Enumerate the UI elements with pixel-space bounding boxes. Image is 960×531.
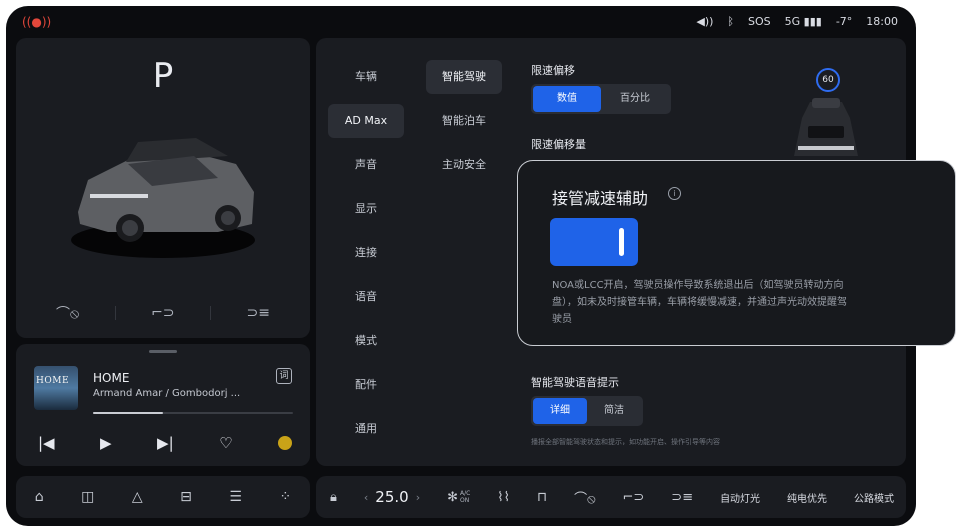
play-icon[interactable]: ▶ [100,434,112,452]
vehicle-panel: P ⌒⦸ ⌐⊃ ⊃≡ [16,38,310,338]
clock: 18:00 [866,15,898,28]
divider [114,306,116,320]
nav-smart-parking[interactable]: 智能泊车 [426,104,502,138]
nav-display[interactable]: 显示 [328,192,404,226]
speed-offset-percent-option[interactable]: 百分比 [601,86,669,112]
front-door-icon[interactable]: ⌒⦸ [574,488,595,507]
takeover-assist-popup: 接管减速辅助 i NOA或LCC开启，驾驶员操作导致系统退出后（如驾驶员转动方向… [517,160,956,346]
source-icon[interactable] [278,436,292,450]
apps-split-icon[interactable]: ☰ [229,489,242,505]
popup-description: NOA或LCC开启，驾驶员操作导致系统退出后（如驾驶员转动方向盘），如未及时接管… [552,280,847,325]
outside-temperature: -7° [835,15,853,28]
media-icon[interactable]: ◫ [81,489,94,505]
volume-icon: ◀)) [696,15,714,28]
temperature-control: ‹ 25.0 › [364,488,420,506]
front-door-icon[interactable]: ⌒⦸ [56,303,79,323]
voice-prompt-label: 智能驾驶语音提示 [531,376,619,389]
drag-handle[interactable] [149,350,177,353]
temp-increase-icon[interactable]: › [416,491,420,504]
takeover-assist-toggle[interactable] [550,218,638,266]
song-artist: Armand Amar / Gombodorj ... [93,388,241,399]
toggle-knob [619,228,624,256]
media-player: HOME HOME Armand Amar / Gombodorj ... 词 … [16,344,310,466]
info-icon[interactable]: i [668,187,681,200]
nav-sound[interactable]: 声音 [328,148,404,182]
nav-general[interactable]: 通用 [328,412,404,446]
previous-icon[interactable]: |◀ [38,434,55,452]
auto-light-button[interactable]: 自动灯光 [720,490,760,505]
next-icon[interactable]: ▶| [157,434,174,452]
playback-controls: |◀ ▶ ▶| ♡ [38,434,292,452]
status-bar: ((●)) ◀)) ᛒ SOS 5G ▮▮▮ -7° 18:00 [6,6,916,38]
lock-icon[interactable]: 🔒︎ [330,490,337,505]
network-label: 5G ▮▮▮ [784,15,822,28]
voice-prompt-brief-option[interactable]: 简洁 [587,398,641,424]
rear-defrost-icon[interactable]: ⊓ [537,490,547,505]
headlight-icon[interactable]: ⊃≡ [246,305,269,321]
speed-offset-amount-label: 限速偏移量 [531,138,586,151]
car-rear-image [794,98,858,156]
divider [210,306,212,320]
ac-status: A/C ON [459,490,471,504]
road-mode-button[interactable]: 公路模式 [854,490,894,505]
fan-icon: ✻ [447,489,458,505]
nav-vehicle[interactable]: 车辆 [328,60,404,94]
voice-prompt-selector: 详细 简洁 [531,396,643,426]
liftgate-icon[interactable]: ⌐⊃ [623,490,645,505]
liftgate-icon[interactable]: ⌐⊃ [151,305,174,321]
voice-prompt-note: 播报全部智能驾驶状态和提示，如功能开启、操作引导等内容 [531,438,720,446]
progress-fill [93,412,163,414]
nav-mode[interactable]: 模式 [328,324,404,358]
vehicle-quick-actions: ⌒⦸ ⌐⊃ ⊃≡ [56,303,270,323]
album-art-text: HOME [36,376,70,386]
status-right: ◀)) ᛒ SOS 5G ▮▮▮ -7° 18:00 [696,15,898,28]
speed-offset-label: 限速偏移 [531,64,575,77]
brake-warning-icon: ((●)) [22,15,52,29]
gear-indicator: P [152,56,174,96]
speed-offset-selector: 数值 百分比 [531,84,671,114]
temp-decrease-icon[interactable]: ‹ [364,491,368,504]
nav-smart-driving[interactable]: 智能驾驶 [426,60,502,94]
lyrics-button[interactable]: 词 [276,368,292,384]
popup-title: 接管减速辅助 [552,189,649,208]
fan-ac-button[interactable]: ✻ A/C ON [447,490,470,505]
headlight-icon[interactable]: ⊃≡ [671,490,693,505]
nav-accessories[interactable]: 配件 [328,368,404,402]
signal-icon: ▮▮▮ [800,15,822,28]
sos-label[interactable]: SOS [748,15,771,28]
app-dock: ⌂ ◫ △ ⊟ ☰ ⁘ [16,476,310,518]
cabin-temperature: 25.0 [375,488,409,506]
song-title: HOME [93,371,130,385]
seat-heat-icon[interactable]: ⌇⌇ [497,490,510,505]
nav-voice[interactable]: 语音 [328,280,404,314]
nav-connection[interactable]: 连接 [328,236,404,270]
car-icon[interactable]: ⊟ [180,489,192,505]
bluetooth-icon: ᛒ [727,15,735,28]
grid-icon[interactable]: ⁘ [279,489,291,505]
favorite-icon[interactable]: ♡ [219,434,232,452]
climate-dock: 🔒︎ ‹ 25.0 › ✻ A/C ON ⌇⌇ ⊓ ⌒⦸ ⌐⊃ ⊃≡ 自动灯光 纯… [316,476,906,518]
speed-limit-badge: 60 [816,68,840,92]
speed-offset-value-option[interactable]: 数值 [533,86,601,112]
voice-prompt-detailed-option[interactable]: 详细 [533,398,587,424]
ev-priority-button[interactable]: 纯电优先 [787,490,827,505]
album-art[interactable]: HOME [34,366,78,410]
navigation-icon[interactable]: △ [132,489,143,505]
car-image [71,138,255,258]
nav-active-safety[interactable]: 主动安全 [426,148,502,182]
nav-ad-max[interactable]: AD Max [328,104,404,138]
playback-progress[interactable] [93,412,293,414]
home-icon[interactable]: ⌂ [35,489,44,505]
